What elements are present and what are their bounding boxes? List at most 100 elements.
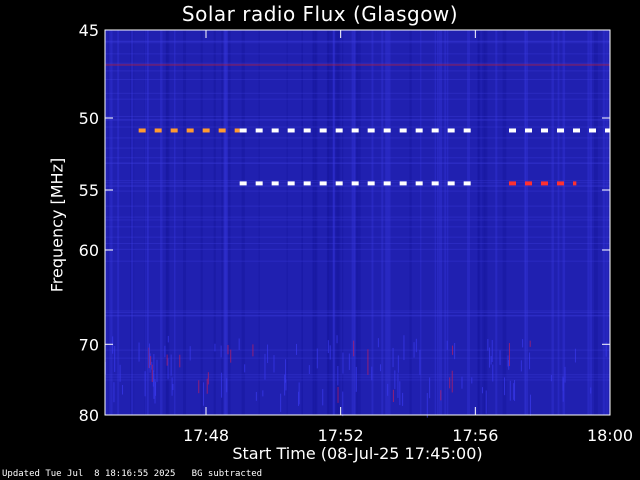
burst-feature-3 [335, 181, 343, 186]
texture-band [105, 260, 610, 262]
burst-feature-2 [605, 128, 610, 133]
burst-feature-0 [202, 128, 210, 133]
texture-streak [409, 30, 412, 415]
interference-speckle [520, 360, 522, 372]
interference-speckle [394, 370, 396, 390]
burst-feature-0 [186, 128, 194, 133]
spectrogram-chart: Solar radio Flux (Glasgow) Frequency [MH… [0, 0, 640, 480]
interference-speckle [113, 382, 115, 403]
interference-speckle [207, 372, 209, 385]
burst-feature-1 [335, 128, 343, 133]
x-tick-label: 17:48 [183, 426, 229, 445]
x-tick-label: 17:56 [452, 426, 498, 445]
texture-streak [388, 30, 391, 415]
interference-speckle [342, 391, 344, 417]
interference-speckle [397, 373, 399, 398]
burst-feature-1 [415, 128, 423, 133]
interference-speckle [392, 347, 394, 368]
interference-speckle [446, 340, 448, 350]
texture-band [105, 349, 610, 351]
interference-speckle [226, 378, 228, 393]
texture-streak [478, 30, 481, 415]
texture-streak [434, 30, 437, 415]
burst-feature-0 [170, 128, 178, 133]
texture-streak [336, 30, 341, 415]
burst-feature-1 [399, 128, 407, 133]
burst-feature-2 [573, 128, 580, 133]
texture-streak [446, 30, 449, 415]
burst-feature-1 [271, 128, 279, 133]
interference-speckle [122, 384, 124, 395]
interference-speckle [198, 380, 200, 394]
texture-streak [213, 30, 216, 415]
interference-speckle [114, 345, 116, 372]
texture-band [105, 53, 610, 55]
interference-speckle [379, 364, 381, 372]
interference-speckle [415, 338, 417, 353]
interference-speckle [150, 356, 152, 366]
texture-band [105, 376, 610, 378]
texture-streak [200, 30, 203, 415]
texture-streak [109, 30, 113, 415]
interference-speckle [171, 377, 173, 396]
interference-speckle [267, 344, 269, 363]
interference-speckle [522, 339, 524, 348]
texture-streak [131, 30, 134, 415]
interference-speckle [170, 354, 172, 376]
texture-band [105, 315, 610, 317]
burst-feature-1 [255, 128, 263, 133]
burst-feature-4 [573, 181, 577, 186]
interference-speckle [504, 377, 506, 396]
interference-speckle [322, 389, 324, 406]
burst-feature-1 [287, 128, 295, 133]
burst-feature-1 [367, 128, 375, 133]
burst-feature-3 [239, 181, 247, 186]
burst-feature-4 [509, 181, 516, 186]
interference-speckle [336, 335, 338, 344]
texture-band [105, 62, 610, 64]
interference-speckle [499, 350, 501, 365]
texture-band [105, 92, 610, 94]
texture-band [105, 70, 610, 72]
texture-band [105, 379, 610, 381]
interference-speckle [399, 381, 401, 406]
texture-streak [354, 30, 356, 415]
x-tick-label: 17:52 [318, 426, 364, 445]
burst-feature-2 [557, 128, 564, 133]
y-tick-label: 70 [79, 335, 99, 354]
interference-speckle [440, 390, 442, 401]
interference-speckle [529, 340, 531, 347]
texture-streak [286, 30, 288, 415]
texture-streak [241, 30, 245, 415]
interference-speckle [392, 389, 394, 403]
texture-band [105, 226, 610, 228]
interference-speckle [461, 376, 463, 389]
burst-feature-1 [447, 128, 455, 133]
texture-streak [301, 30, 303, 415]
x-tick-label: 18:00 [587, 426, 633, 445]
texture-band [105, 216, 610, 218]
texture-band [105, 41, 610, 43]
interference-speckle [238, 338, 240, 351]
texture-streak [327, 30, 329, 415]
texture-streak [587, 30, 590, 415]
y-tick-label: 50 [79, 109, 99, 128]
burst-feature-3 [463, 181, 471, 186]
texture-streak [589, 30, 593, 415]
burst-feature-3 [415, 181, 423, 186]
interference-speckle [166, 354, 168, 366]
burst-feature-3 [431, 181, 439, 186]
interference-speckle [138, 342, 140, 362]
interference-speckle [221, 372, 223, 398]
interference-speckle [590, 387, 592, 394]
interference-speckle [337, 365, 339, 386]
interference-speckle [402, 392, 404, 406]
texture-band [105, 236, 610, 238]
texture-streak [438, 30, 443, 415]
texture-streak [174, 30, 176, 415]
texture-streak [224, 30, 228, 415]
interference-speckle [203, 382, 205, 406]
texture-streak [228, 30, 231, 415]
interference-speckle [451, 370, 453, 393]
interference-speckle [264, 353, 266, 380]
